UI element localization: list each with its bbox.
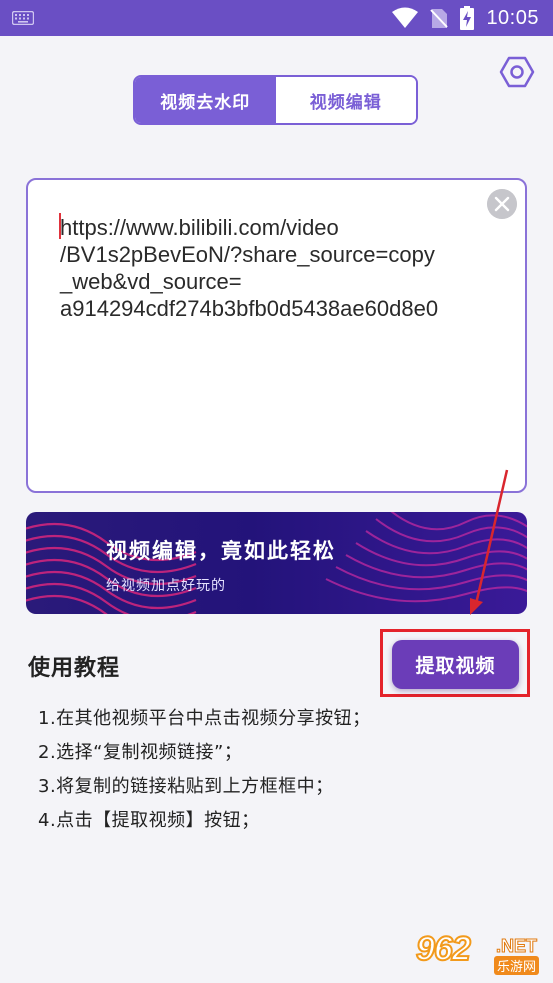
video-edit-banner[interactable]: 视频编辑，竟如此轻松 给视频加点好玩的 — [26, 512, 527, 614]
status-time: 10:05 — [486, 6, 539, 29]
banner-subtitle: 给视频加点好玩的 — [106, 578, 226, 594]
list-item: 1.在其他视频平台中点击视频分享按钮； — [38, 708, 371, 729]
tutorial-title: 使用教程 — [28, 656, 121, 681]
no-sim-icon — [430, 9, 449, 28]
url-input[interactable]: https://www.bilibili.com/video /BV1s2pBe… — [26, 178, 527, 493]
keyboard-icon — [12, 11, 34, 25]
site-watermark: 962 .NET 乐游网 — [415, 929, 546, 978]
tutorial-steps: 1.在其他视频平台中点击视频分享按钮； 2.选择“复制视频链接”； 3.将复制的… — [38, 702, 371, 838]
tab-remove-watermark[interactable]: 视频去水印 — [135, 77, 276, 123]
clear-icon[interactable] — [487, 189, 517, 219]
mode-tabs: 视频去水印 视频编辑 — [133, 75, 418, 125]
url-input-value[interactable]: https://www.bilibili.com/video /BV1s2pBe… — [60, 214, 480, 322]
watermark-site: 乐游网 — [494, 956, 540, 975]
status-bar: 10:05 — [0, 0, 553, 36]
tab-video-edit[interactable]: 视频编辑 — [275, 77, 416, 123]
watermark-net: .NET — [495, 936, 538, 957]
watermark-number: 962 — [415, 929, 472, 969]
settings-icon[interactable] — [499, 54, 535, 90]
wifi-icon — [392, 7, 419, 28]
list-item: 3.将复制的链接粘贴到上方框框中； — [38, 776, 334, 797]
list-item: 4.点击【提取视频】按钮； — [38, 810, 260, 831]
list-item: 2.选择“复制视频链接”； — [38, 742, 243, 763]
battery-charging-icon — [460, 6, 475, 30]
banner-title: 视频编辑，竟如此轻松 — [106, 539, 336, 563]
extract-video-button[interactable]: 提取视频 — [392, 640, 519, 689]
